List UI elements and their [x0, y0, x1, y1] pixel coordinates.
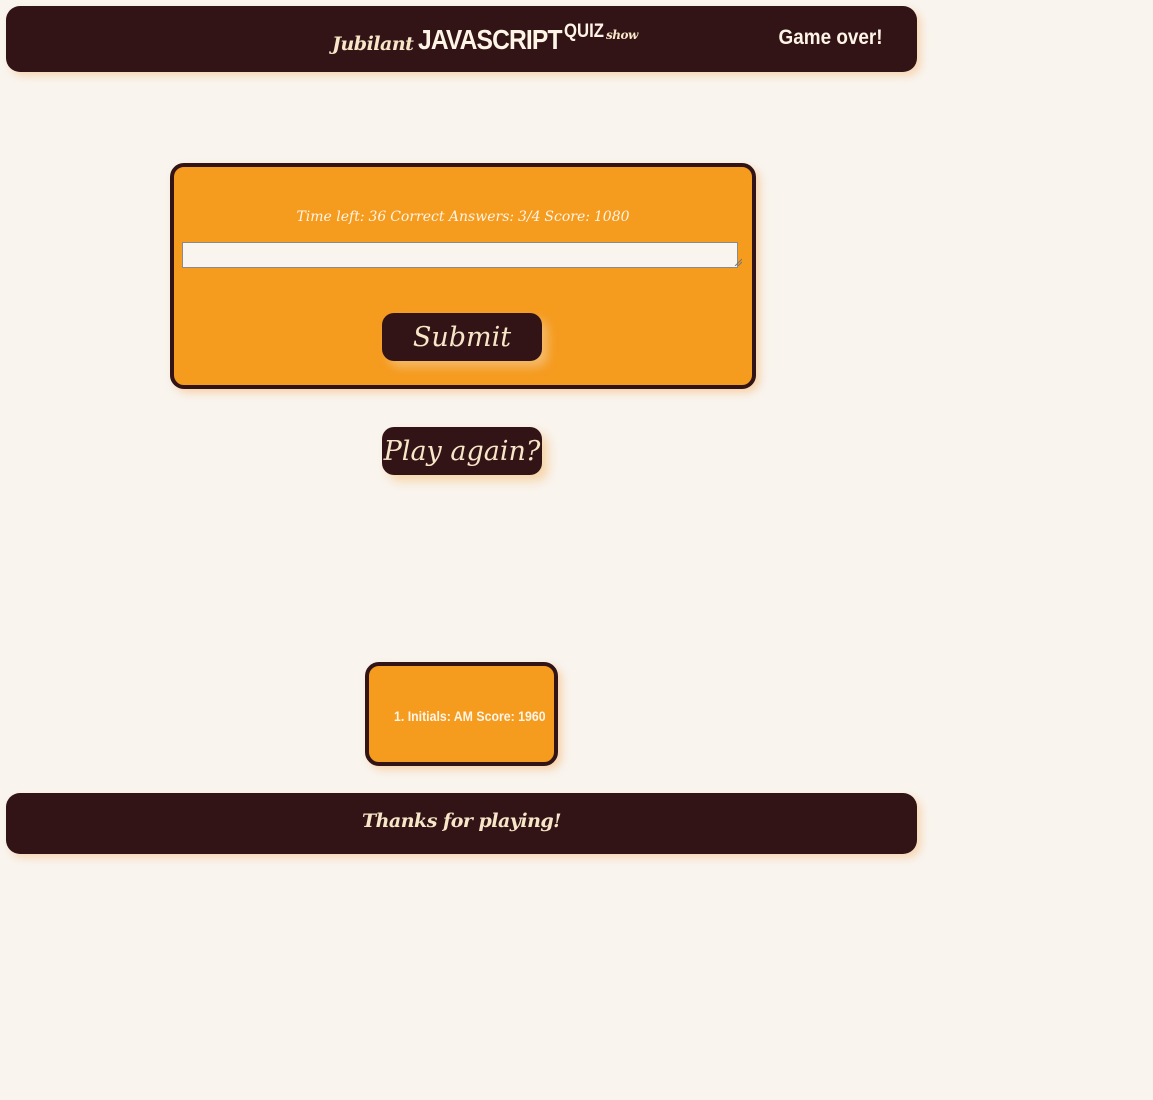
app-title: Jubilant JAVASCRIPT QUIZ show: [332, 21, 638, 56]
title-prefix: Jubilant: [332, 33, 414, 55]
time-left-label: Time left:: [296, 209, 365, 225]
correct-answers-value: 3/4: [518, 209, 541, 225]
submit-button[interactable]: Submit: [382, 313, 542, 361]
title-suffix: show: [606, 28, 638, 42]
play-again-button[interactable]: Play again?: [382, 427, 542, 475]
game-status: Game over!: [778, 26, 883, 49]
high-scores-panel: 1. Initials: AM Score: 1960: [365, 662, 558, 766]
score-value: 1080: [593, 209, 630, 225]
title-quiz: QUIZ: [563, 21, 604, 42]
score-label: Score:: [544, 209, 590, 225]
time-left-value: 36: [368, 209, 387, 225]
title-main: JAVASCRIPT: [418, 24, 563, 55]
quiz-panel: Time left: 36 Correct Answers: 3/4 Score…: [170, 163, 756, 389]
high-score-item: 1. Initials: AM Score: 1960: [394, 708, 546, 724]
page-footer: Thanks for playing!: [6, 793, 917, 854]
footer-text: Thanks for playing!: [361, 810, 562, 832]
correct-answers-label: Correct Answers:: [390, 209, 515, 225]
page-header: Jubilant JAVASCRIPT QUIZ show Game over!: [6, 6, 917, 72]
quiz-status-line: Time left: 36 Correct Answers: 3/4 Score…: [174, 208, 752, 225]
initials-input[interactable]: [182, 242, 738, 268]
